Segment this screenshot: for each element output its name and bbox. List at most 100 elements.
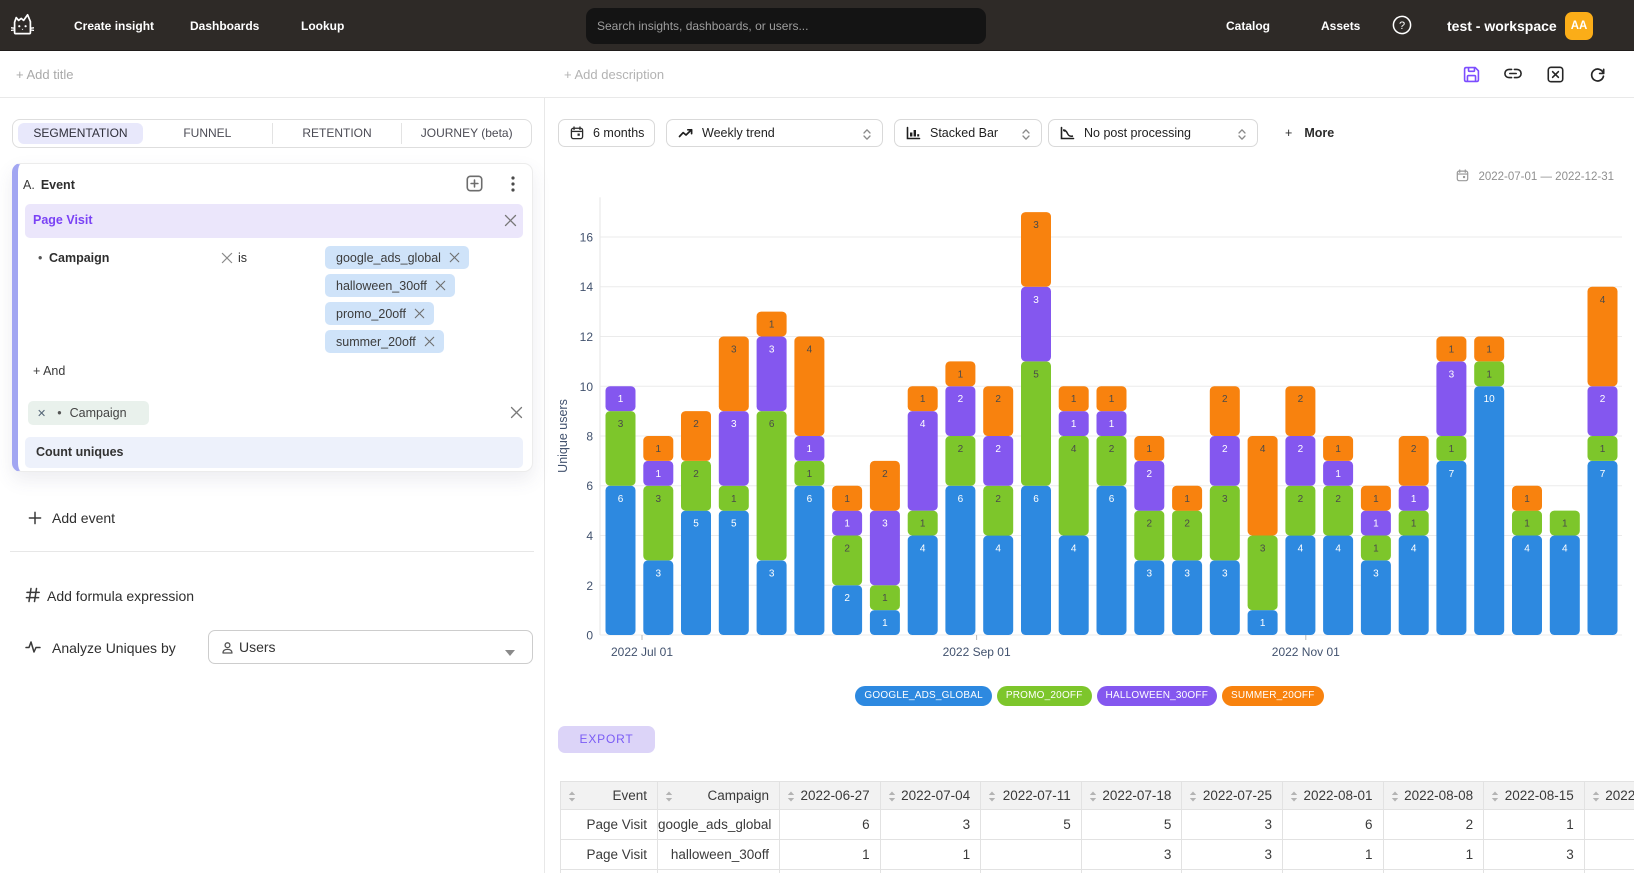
svg-text:1: 1 (618, 394, 624, 405)
svg-text:1: 1 (844, 494, 850, 505)
svg-text:4: 4 (1600, 295, 1606, 306)
svg-text:2022 Nov 01: 2022 Nov 01 (1272, 645, 1340, 659)
svg-text:6: 6 (1109, 494, 1115, 505)
svg-text:1: 1 (1184, 494, 1190, 505)
svg-text:12: 12 (580, 330, 594, 344)
svg-text:1: 1 (920, 519, 926, 530)
svg-text:16: 16 (580, 231, 594, 245)
svg-text:3: 3 (1184, 568, 1190, 579)
svg-text:3: 3 (1260, 544, 1266, 555)
svg-text:2: 2 (1184, 519, 1190, 530)
svg-text:2: 2 (995, 494, 1001, 505)
svg-text:1: 1 (807, 444, 813, 455)
svg-text:1: 1 (1373, 494, 1379, 505)
svg-text:6: 6 (958, 494, 964, 505)
svg-text:1: 1 (1486, 369, 1492, 380)
svg-text:1: 1 (958, 369, 964, 380)
svg-text:1: 1 (1260, 618, 1266, 629)
svg-text:3: 3 (1033, 295, 1039, 306)
svg-text:1: 1 (1373, 519, 1379, 530)
svg-text:1: 1 (1486, 345, 1492, 356)
svg-text:3: 3 (618, 419, 624, 430)
svg-text:1: 1 (769, 320, 775, 331)
svg-text:2: 2 (586, 579, 593, 593)
svg-text:5: 5 (693, 519, 699, 530)
svg-text:4: 4 (1071, 544, 1077, 555)
svg-text:3: 3 (656, 568, 662, 579)
svg-text:2: 2 (995, 394, 1001, 405)
svg-text:1: 1 (1524, 494, 1530, 505)
svg-text:14: 14 (580, 280, 594, 294)
svg-text:2: 2 (958, 394, 964, 405)
svg-text:1: 1 (1147, 444, 1153, 455)
svg-text:4: 4 (920, 544, 926, 555)
svg-text:2: 2 (958, 444, 964, 455)
svg-text:5: 5 (731, 519, 737, 530)
svg-text:2: 2 (844, 544, 850, 555)
svg-text:6: 6 (618, 494, 624, 505)
svg-text:6: 6 (769, 419, 775, 430)
svg-text:2: 2 (693, 469, 699, 480)
svg-text:4: 4 (920, 419, 926, 430)
svg-text:Unique users: Unique users (556, 399, 570, 473)
svg-text:4: 4 (1411, 544, 1417, 555)
svg-text:7: 7 (1600, 469, 1606, 480)
svg-text:1: 1 (1600, 444, 1606, 455)
svg-text:5: 5 (1033, 369, 1039, 380)
svg-text:0: 0 (586, 629, 593, 643)
svg-text:3: 3 (1033, 220, 1039, 231)
svg-text:8: 8 (586, 430, 593, 444)
svg-text:1: 1 (1071, 394, 1077, 405)
svg-text:2: 2 (693, 419, 699, 430)
svg-text:3: 3 (731, 345, 737, 356)
svg-text:1: 1 (656, 469, 662, 480)
svg-text:2: 2 (844, 593, 850, 604)
svg-text:7: 7 (1449, 469, 1455, 480)
svg-text:2: 2 (995, 444, 1001, 455)
svg-text:2022 Jul 01: 2022 Jul 01 (611, 645, 673, 659)
svg-text:3: 3 (1222, 494, 1228, 505)
svg-text:6: 6 (1033, 494, 1039, 505)
svg-text:2: 2 (1298, 494, 1304, 505)
svg-text:1: 1 (656, 444, 662, 455)
svg-text:1: 1 (1335, 469, 1341, 480)
svg-text:4: 4 (1260, 444, 1266, 455)
svg-text:2: 2 (1600, 394, 1606, 405)
svg-text:4: 4 (1298, 544, 1304, 555)
svg-text:3: 3 (1222, 568, 1228, 579)
svg-text:1: 1 (844, 519, 850, 530)
svg-text:4: 4 (586, 529, 593, 543)
svg-text:4: 4 (1071, 444, 1077, 455)
svg-text:10: 10 (580, 380, 594, 394)
svg-text:2: 2 (1411, 444, 1417, 455)
svg-text:1: 1 (1109, 394, 1115, 405)
svg-text:3: 3 (1449, 369, 1455, 380)
svg-text:3: 3 (1147, 568, 1153, 579)
svg-text:1: 1 (1109, 419, 1115, 430)
svg-text:3: 3 (769, 568, 775, 579)
svg-text:3: 3 (731, 419, 737, 430)
svg-text:4: 4 (1562, 544, 1568, 555)
svg-text:1: 1 (1524, 519, 1530, 530)
svg-text:3: 3 (1373, 568, 1379, 579)
svg-text:1: 1 (882, 593, 888, 604)
svg-text:3: 3 (656, 494, 662, 505)
svg-text:1: 1 (1411, 494, 1417, 505)
svg-text:1: 1 (1449, 444, 1455, 455)
svg-text:2: 2 (1222, 394, 1228, 405)
svg-text:4: 4 (807, 345, 813, 356)
svg-text:2: 2 (1147, 519, 1153, 530)
svg-text:1: 1 (731, 494, 737, 505)
svg-text:1: 1 (1562, 519, 1568, 530)
svg-text:2: 2 (1109, 444, 1115, 455)
svg-text:1: 1 (882, 618, 888, 629)
svg-text:2: 2 (1222, 444, 1228, 455)
svg-text:1: 1 (920, 394, 926, 405)
svg-text:4: 4 (995, 544, 1001, 555)
svg-text:2: 2 (882, 469, 888, 480)
svg-text:1: 1 (1373, 544, 1379, 555)
svg-text:4: 4 (1524, 544, 1530, 555)
svg-text:10: 10 (1484, 394, 1496, 405)
svg-text:3: 3 (769, 345, 775, 356)
svg-text:2022 Sep 01: 2022 Sep 01 (943, 645, 1011, 659)
